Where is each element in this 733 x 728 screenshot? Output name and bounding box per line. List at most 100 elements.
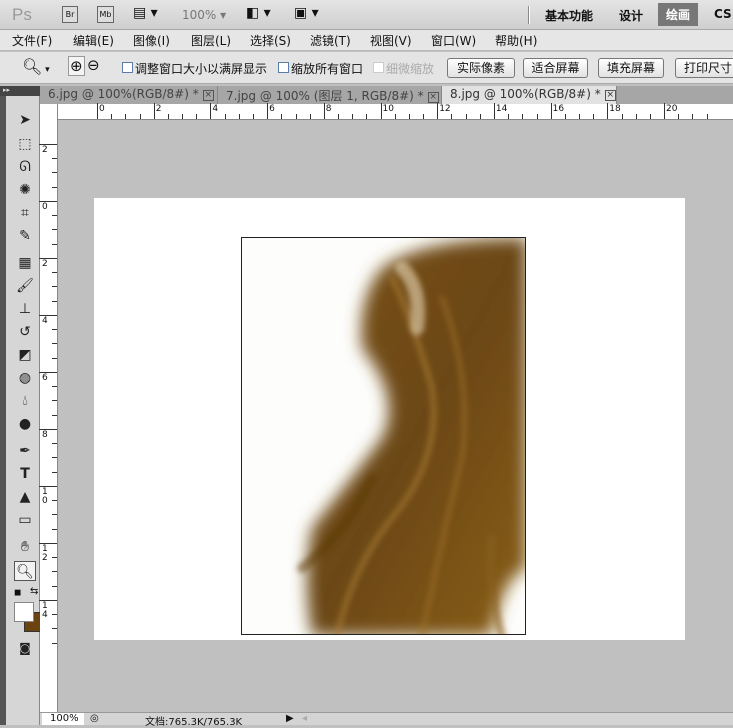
menu-edit[interactable]: 编辑(E) (73, 32, 114, 49)
menu-window[interactable]: 窗口(W) (431, 32, 476, 49)
default-colors-icon[interactable]: ◼ (14, 588, 21, 598)
history-brush-tool-icon[interactable]: ↺ (14, 322, 36, 342)
ruler-tick (52, 585, 57, 587)
ruler-tick (564, 114, 566, 119)
ruler-tick (408, 114, 410, 119)
panel-collapse-icon[interactable]: ▸▸ (0, 86, 40, 96)
paint-bucket-tool-icon[interactable]: ◍ (14, 368, 36, 388)
eyedropper-tool-icon[interactable]: ✎ (14, 226, 36, 246)
menu-filter[interactable]: 滤镜(T) (310, 32, 351, 49)
blur-tool-icon[interactable]: 💧︎ (14, 391, 36, 411)
screen-mode-dropdown[interactable]: ▣ ▾ (294, 5, 319, 21)
fit-screen-button[interactable]: 适合屏幕 (523, 58, 588, 78)
view-extras-dropdown[interactable]: ▤ ▾ (133, 5, 158, 21)
ruler-label: 8 (42, 430, 48, 440)
pen-tool-icon[interactable]: ✒ (14, 441, 36, 461)
zoom-tool-preset-picker[interactable]: 🔍︎ ▾ (22, 57, 50, 76)
workspace-essentials[interactable]: 基本功能 (545, 7, 593, 24)
options-bar: 🔍︎ ▾ ⊕ ⊖ 调整窗口大小以满屏显示 缩放所有窗口 细微缩放 实际像素 适合… (0, 52, 733, 84)
ruler-tick (352, 114, 354, 119)
dodge-tool-icon[interactable]: ● (14, 414, 36, 434)
menu-select[interactable]: 选择(S) (250, 32, 291, 49)
foreground-color-swatch[interactable] (14, 602, 34, 622)
scrubby-zoom-checkbox[interactable] (373, 62, 384, 73)
tools-panel: ▸▸ ➤ ⬚ ᘏ ✺ ⌗ ✎ ▦ 🖌︎ ⊥ ↺ ◩ ◍ 💧︎ ● ✒ T ▲ ▭… (0, 86, 44, 725)
fill-screen-button[interactable]: 填充屏幕 (598, 58, 664, 78)
vertical-ruler: 2 0 2 4 6 8 1 0 1 2 1 4 (39, 104, 58, 712)
brush-tool-icon[interactable]: 🖌︎ (14, 276, 36, 296)
divider (528, 6, 530, 24)
ruler-label: 20 (666, 104, 678, 114)
status-arrow-icon[interactable]: ▶ (286, 713, 294, 724)
ruler-tick (621, 114, 623, 119)
ruler-tick (52, 400, 57, 402)
workspace-cs[interactable]: CS (714, 7, 732, 21)
mini-bridge-button[interactable]: Mb (97, 6, 114, 23)
menu-view[interactable]: 视图(V) (370, 32, 412, 49)
ruler-tick (52, 571, 57, 573)
ruler-tick (39, 486, 57, 487)
zoom-level-dropdown[interactable]: 100% ▾ (182, 8, 226, 22)
menu-bar: 文件(F) 编辑(E) 图像(I) 图层(L) 选择(S) 滤镜(T) 视图(V… (0, 30, 733, 51)
ruler-tick (52, 642, 57, 644)
actual-pixels-button[interactable]: 实际像素 (447, 58, 515, 78)
move-tool-icon[interactable]: ➤ (14, 110, 36, 130)
scroll-left-icon[interactable]: ◂ (302, 713, 307, 724)
ruler-tick (309, 114, 311, 119)
print-size-button[interactable]: 打印尺寸 (675, 58, 733, 78)
path-selection-tool-icon[interactable]: ▲ (14, 487, 36, 507)
ruler-tick (52, 286, 57, 288)
ruler-tick (52, 443, 57, 445)
hair-image-layer[interactable] (241, 237, 526, 635)
ruler-label: 1 4 (42, 601, 48, 620)
ruler-tick (394, 114, 396, 119)
workspace-design[interactable]: 设计 (619, 7, 643, 24)
document-size: 文档:765.3K/765.3K (145, 717, 243, 728)
zoom-out-icon[interactable]: ⊖ (87, 56, 100, 74)
menu-image[interactable]: 图像(I) (133, 32, 170, 49)
ruler-tick (281, 114, 283, 119)
close-icon[interactable]: × (202, 90, 214, 101)
tab-6-jpg[interactable]: 6.jpg @ 100%(RGB/8#) * × (40, 86, 218, 104)
zoom-tool-icon[interactable]: 🔍︎ (14, 561, 36, 581)
healing-brush-tool-icon[interactable]: ▦ (14, 253, 36, 273)
tab-7-jpg[interactable]: 7.jpg @ 100% (图层 1, RGB/8#) * × (218, 86, 442, 104)
ruler-label: 16 (552, 104, 565, 114)
zoom-in-icon[interactable]: ⊕ (68, 56, 85, 76)
zoom-all-windows-checkbox[interactable] (278, 62, 289, 73)
crop-tool-icon[interactable]: ⌗ (14, 203, 36, 223)
close-icon[interactable]: × (427, 92, 439, 103)
ruler-tick (52, 343, 57, 345)
rectangle-tool-icon[interactable]: ▭ (14, 510, 36, 530)
zoom-field[interactable]: 100% (42, 713, 84, 725)
menu-file[interactable]: 文件(F) (12, 32, 52, 49)
close-icon[interactable]: × (604, 90, 616, 101)
ruler-label: 4 (212, 104, 219, 114)
menu-help[interactable]: 帮助(H) (495, 32, 537, 49)
type-tool-icon[interactable]: T (14, 464, 36, 484)
marquee-tool-icon[interactable]: ⬚ (14, 134, 36, 154)
arrange-documents-dropdown[interactable]: ◧ ▾ (246, 5, 271, 21)
quick-mask-icon[interactable]: ◙ (14, 638, 36, 658)
tab-8-jpg[interactable]: 8.jpg @ 100%(RGB/8#) * × (442, 86, 617, 104)
ruler-label: 12 (439, 104, 451, 114)
resize-windows-checkbox[interactable] (122, 62, 133, 73)
ruler-label: 6 (42, 373, 48, 383)
lasso-tool-icon[interactable]: ᘏ (14, 157, 36, 177)
ruler-tick (224, 114, 226, 119)
ruler-tick (39, 315, 57, 316)
ruler-label: 6 (269, 104, 275, 114)
ruler-tick (437, 103, 439, 119)
eraser-tool-icon[interactable]: ◩ (14, 345, 36, 365)
ruler-label: 0 (99, 104, 105, 114)
clone-stamp-tool-icon[interactable]: ⊥ (14, 299, 36, 319)
hand-tool-icon[interactable]: ✋︎ (14, 537, 36, 557)
swap-colors-icon[interactable]: ⇆ (30, 586, 38, 597)
ruler-tick (536, 114, 538, 119)
workspace-painting[interactable]: 绘画 (658, 3, 699, 26)
bridge-button[interactable]: Br (62, 6, 78, 23)
status-menu-icon[interactable]: ◎ (90, 713, 99, 724)
menu-layer[interactable]: 图层(L) (191, 32, 231, 49)
quick-selection-tool-icon[interactable]: ✺ (14, 180, 36, 200)
hair-illustration (297, 238, 525, 634)
